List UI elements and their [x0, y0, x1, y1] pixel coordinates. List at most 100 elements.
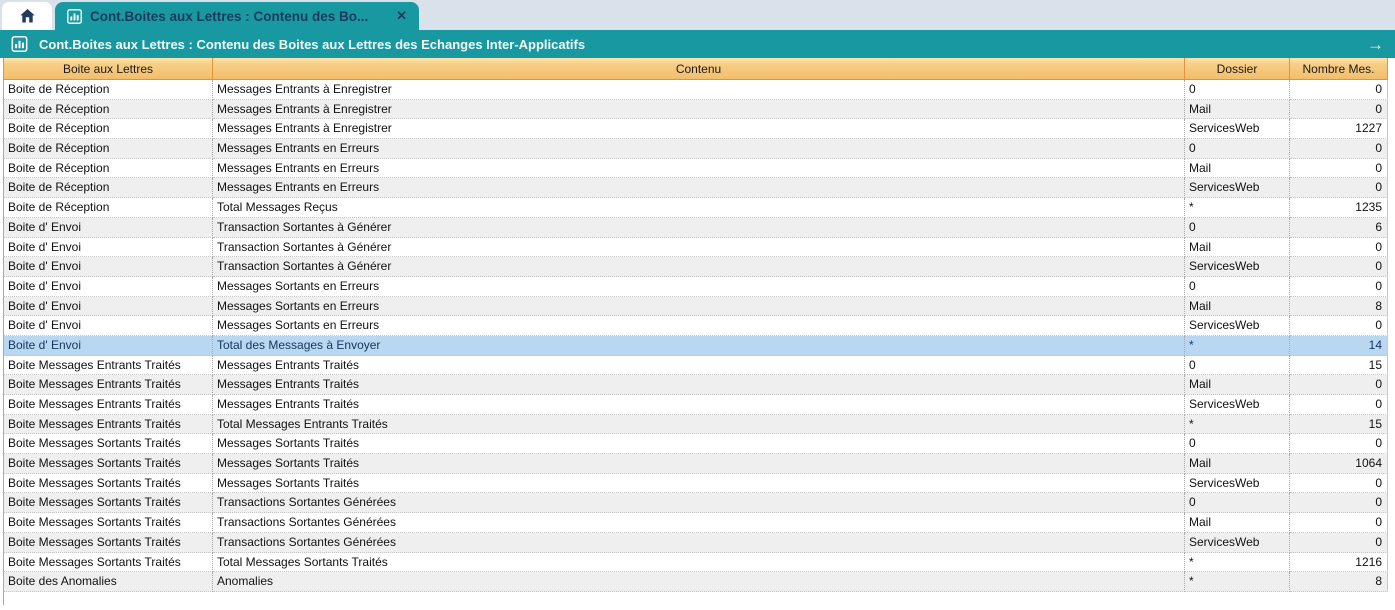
table-row[interactable]: Boite Messages Sortants Traités Messages… [4, 474, 1388, 494]
cell-dossier: 0 [1185, 493, 1290, 513]
cell-boite: Boite d' Envoi [4, 297, 213, 317]
table-row[interactable]: Boite d' Envoi Messages Sortants en Erre… [4, 316, 1388, 336]
cell-boite: Boite Messages Entrants Traités [4, 395, 213, 415]
cell-contenu: Messages Entrants à Enregistrer [213, 80, 1185, 100]
table-row[interactable]: Boite Messages Sortants Traités Total Me… [4, 553, 1388, 573]
table-row[interactable]: Boite Messages Entrants Traités Messages… [4, 356, 1388, 376]
cell-dossier: ServicesWeb [1185, 257, 1290, 277]
cell-boite: Boite de Réception [4, 198, 213, 218]
cell-boite: Boite de Réception [4, 139, 213, 159]
cell-dossier: Mail [1185, 375, 1290, 395]
table-row[interactable]: Boite d' Envoi Total des Messages à Envo… [4, 336, 1388, 356]
cell-boite: Boite Messages Entrants Traités [4, 415, 213, 435]
cell-nombre: 0 [1290, 513, 1388, 533]
table-row[interactable]: Boite de Réception Messages Entrants en … [4, 159, 1388, 179]
cell-contenu: Messages Sortants Traités [213, 454, 1185, 474]
cell-boite: Boite de Réception [4, 80, 213, 100]
cell-dossier: ServicesWeb [1185, 316, 1290, 336]
table-row[interactable]: Boite des Anomalies Anomalies * 8 [4, 572, 1388, 592]
mailbox-table: Boite aux Lettres Contenu Dossier Nombre… [3, 58, 1388, 592]
cell-contenu: Messages Entrants à Enregistrer [213, 100, 1185, 120]
cell-nombre: 0 [1290, 159, 1388, 179]
table-left-border-stub [3, 592, 4, 605]
table-row[interactable]: Boite Messages Sortants Traités Messages… [4, 454, 1388, 474]
cell-nombre: 0 [1290, 277, 1388, 297]
table-row[interactable]: Boite Messages Sortants Traités Transact… [4, 533, 1388, 553]
cell-boite: Boite Messages Sortants Traités [4, 533, 213, 553]
cell-contenu: Anomalies [213, 572, 1185, 592]
cell-dossier: 0 [1185, 80, 1290, 100]
cell-boite: Boite d' Envoi [4, 336, 213, 356]
table-row[interactable]: Boite d' Envoi Transaction Sortantes à G… [4, 218, 1388, 238]
cell-dossier: Mail [1185, 454, 1290, 474]
cell-dossier: ServicesWeb [1185, 119, 1290, 139]
cell-dossier: 0 [1185, 218, 1290, 238]
cell-contenu: Messages Sortants en Erreurs [213, 277, 1185, 297]
close-icon[interactable]: ✕ [390, 8, 407, 24]
cell-nombre: 0 [1290, 100, 1388, 120]
table-row[interactable]: Boite d' Envoi Transaction Sortantes à G… [4, 238, 1388, 258]
table-row[interactable]: Boite de Réception Messages Entrants en … [4, 178, 1388, 198]
cell-contenu: Transaction Sortantes à Générer [213, 238, 1185, 258]
table-row[interactable]: Boite d' Envoi Messages Sortants en Erre… [4, 277, 1388, 297]
cell-contenu: Messages Sortants Traités [213, 474, 1185, 494]
cell-boite: Boite Messages Entrants Traités [4, 375, 213, 395]
cell-nombre: 8 [1290, 572, 1388, 592]
cell-nombre: 0 [1290, 395, 1388, 415]
bar-chart-icon [11, 36, 28, 52]
cell-dossier: 0 [1185, 139, 1290, 159]
cell-nombre: 0 [1290, 474, 1388, 494]
cell-nombre: 0 [1290, 375, 1388, 395]
cell-dossier: Mail [1185, 513, 1290, 533]
cell-nombre: 6 [1290, 218, 1388, 238]
table-row[interactable]: Boite d' Envoi Transaction Sortantes à G… [4, 257, 1388, 277]
table-row[interactable]: Boite Messages Entrants Traités Messages… [4, 395, 1388, 415]
column-header-nombre[interactable]: Nombre Mes. [1290, 58, 1388, 79]
table-row[interactable]: Boite Messages Sortants Traités Transact… [4, 513, 1388, 533]
cell-contenu: Messages Entrants Traités [213, 395, 1185, 415]
cell-boite: Boite Messages Sortants Traités [4, 493, 213, 513]
cell-contenu: Messages Entrants en Erreurs [213, 139, 1185, 159]
table-row[interactable]: Boite de Réception Messages Entrants à E… [4, 119, 1388, 139]
cell-contenu: Messages Entrants Traités [213, 375, 1185, 395]
cell-dossier: Mail [1185, 100, 1290, 120]
report-title: Cont.Boites aux Lettres : Contenu des Bo… [39, 37, 585, 52]
tab-active[interactable]: Cont.Boites aux Lettres : Contenu des Bo… [55, 2, 419, 30]
table-row[interactable]: Boite de Réception Messages Entrants en … [4, 139, 1388, 159]
table-row[interactable]: Boite Messages Entrants Traités Total Me… [4, 415, 1388, 435]
column-header-dossier[interactable]: Dossier [1185, 58, 1290, 79]
cell-nombre: 0 [1290, 238, 1388, 258]
table-row[interactable]: Boite de Réception Messages Entrants à E… [4, 100, 1388, 120]
cell-nombre: 0 [1290, 434, 1388, 454]
column-header-boite[interactable]: Boite aux Lettres [4, 58, 213, 79]
table-header-row: Boite aux Lettres Contenu Dossier Nombre… [3, 58, 1388, 80]
cell-contenu: Transaction Sortantes à Générer [213, 257, 1185, 277]
cell-dossier: ServicesWeb [1185, 178, 1290, 198]
cell-contenu: Transactions Sortantes Générées [213, 513, 1185, 533]
table-row[interactable]: Boite Messages Entrants Traités Messages… [4, 375, 1388, 395]
cell-nombre: 15 [1290, 356, 1388, 376]
tab-bar: Cont.Boites aux Lettres : Contenu des Bo… [0, 0, 1395, 30]
table-row[interactable]: Boite de Réception Messages Entrants à E… [4, 80, 1388, 100]
cell-boite: Boite Messages Sortants Traités [4, 553, 213, 573]
cell-dossier: * [1185, 336, 1290, 356]
cell-dossier: 0 [1185, 434, 1290, 454]
tab-home[interactable] [2, 2, 52, 30]
right-arrow-icon[interactable]: → [1367, 36, 1384, 53]
cell-dossier: Mail [1185, 297, 1290, 317]
bar-chart-icon [67, 9, 82, 24]
cell-nombre: 1216 [1290, 553, 1388, 573]
cell-boite: Boite Messages Sortants Traités [4, 454, 213, 474]
table-row[interactable]: Boite d' Envoi Messages Sortants en Erre… [4, 297, 1388, 317]
cell-nombre: 8 [1290, 297, 1388, 317]
cell-boite: Boite Messages Entrants Traités [4, 356, 213, 376]
column-header-contenu[interactable]: Contenu [213, 58, 1185, 79]
cell-boite: Boite d' Envoi [4, 218, 213, 238]
home-icon [19, 8, 36, 24]
table-row[interactable]: Boite Messages Sortants Traités Transact… [4, 493, 1388, 513]
cell-dossier: ServicesWeb [1185, 533, 1290, 553]
table-row[interactable]: Boite Messages Sortants Traités Messages… [4, 434, 1388, 454]
table-row[interactable]: Boite de Réception Total Messages Reçus … [4, 198, 1388, 218]
cell-boite: Boite des Anomalies [4, 572, 213, 592]
cell-contenu: Messages Entrants à Enregistrer [213, 119, 1185, 139]
